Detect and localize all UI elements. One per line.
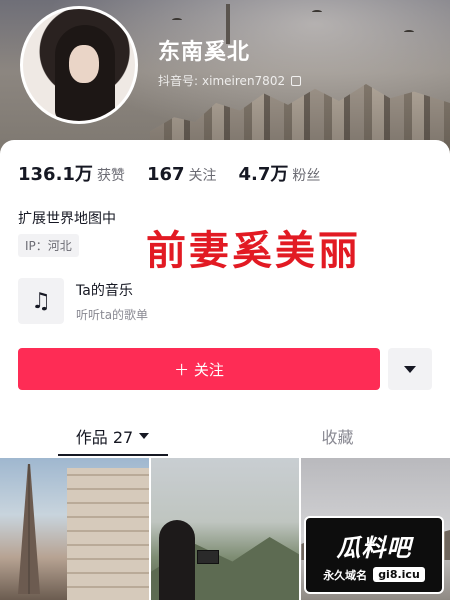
more-options-button[interactable]	[388, 348, 432, 390]
music-text: Ta的音乐 听听ta的歌单	[76, 280, 148, 323]
chevron-down-icon	[404, 365, 416, 373]
avatar[interactable]	[20, 6, 138, 124]
ip-location-tag: IP：河北	[18, 234, 79, 257]
tab-works-label: 作品 27	[75, 428, 134, 447]
douyin-id-label: 抖音号:	[158, 74, 199, 88]
phone-image	[196, 550, 219, 564]
music-note-icon: ♫	[18, 278, 64, 324]
profile-card: 136.1万 获赞 167 关注 4.7万 粉丝 扩展世界地图中 IP：河北 前…	[0, 140, 450, 600]
watermark-logo: 瓜料吧	[336, 533, 412, 562]
follow-button[interactable]: ＋ 关注	[18, 348, 380, 390]
watermark-sub-text: 永久域名	[323, 568, 368, 582]
stats-row: 136.1万 获赞 167 关注 4.7万 粉丝	[18, 160, 320, 186]
video-thumbnail[interactable]	[150, 458, 300, 600]
music-subtitle: 听听ta的歌单	[76, 307, 149, 322]
stat-likes[interactable]: 136.1万 获赞	[18, 160, 125, 186]
likes-label: 获赞	[96, 168, 125, 184]
building-image	[66, 468, 149, 600]
overlay-caption: 前妻奚美丽	[146, 228, 361, 274]
tab-favorites[interactable]: 收藏	[225, 416, 450, 456]
bird-decoration	[172, 18, 182, 22]
tab-favorites-label: 收藏	[321, 428, 354, 447]
video-thumbnail[interactable]	[0, 458, 149, 600]
copy-icon[interactable]	[291, 75, 302, 86]
followers-label: 粉丝	[292, 168, 321, 184]
person-image	[158, 520, 195, 600]
bird-decoration	[312, 10, 322, 14]
site-watermark: 瓜料吧 永久域名 gi8.icu	[304, 516, 444, 594]
music-entry[interactable]: ♫ Ta的音乐 听听ta的歌单	[18, 278, 148, 324]
followers-count: 4.7万	[238, 164, 289, 185]
chevron-down-icon	[139, 433, 150, 439]
watermark-domain: gi8.icu	[373, 567, 425, 582]
profile-banner: 东南奚北 抖音号: ximeiren7802	[0, 0, 450, 160]
tab-works[interactable]: 作品 27	[0, 416, 225, 456]
profile-name: 东南奚北	[158, 40, 251, 65]
following-label: 关注	[188, 168, 217, 184]
watermark-subline: 永久域名 gi8.icu	[323, 567, 425, 583]
stat-following[interactable]: 167 关注	[147, 164, 217, 185]
douyin-id-row[interactable]: 抖音号: ximeiren7802	[158, 72, 302, 89]
music-title: Ta的音乐	[76, 282, 133, 299]
content-tabs: 作品 27 收藏	[0, 416, 450, 456]
bio-text: 扩展世界地图中	[18, 211, 116, 227]
likes-count: 136.1万	[18, 164, 93, 185]
avatar-face	[69, 45, 99, 83]
douyin-id-value: ximeiren7802	[202, 73, 286, 88]
eiffel-tower-image	[18, 464, 40, 594]
following-count: 167	[146, 164, 185, 185]
bird-decoration	[404, 30, 414, 34]
stat-followers[interactable]: 4.7万 粉丝	[239, 160, 321, 186]
